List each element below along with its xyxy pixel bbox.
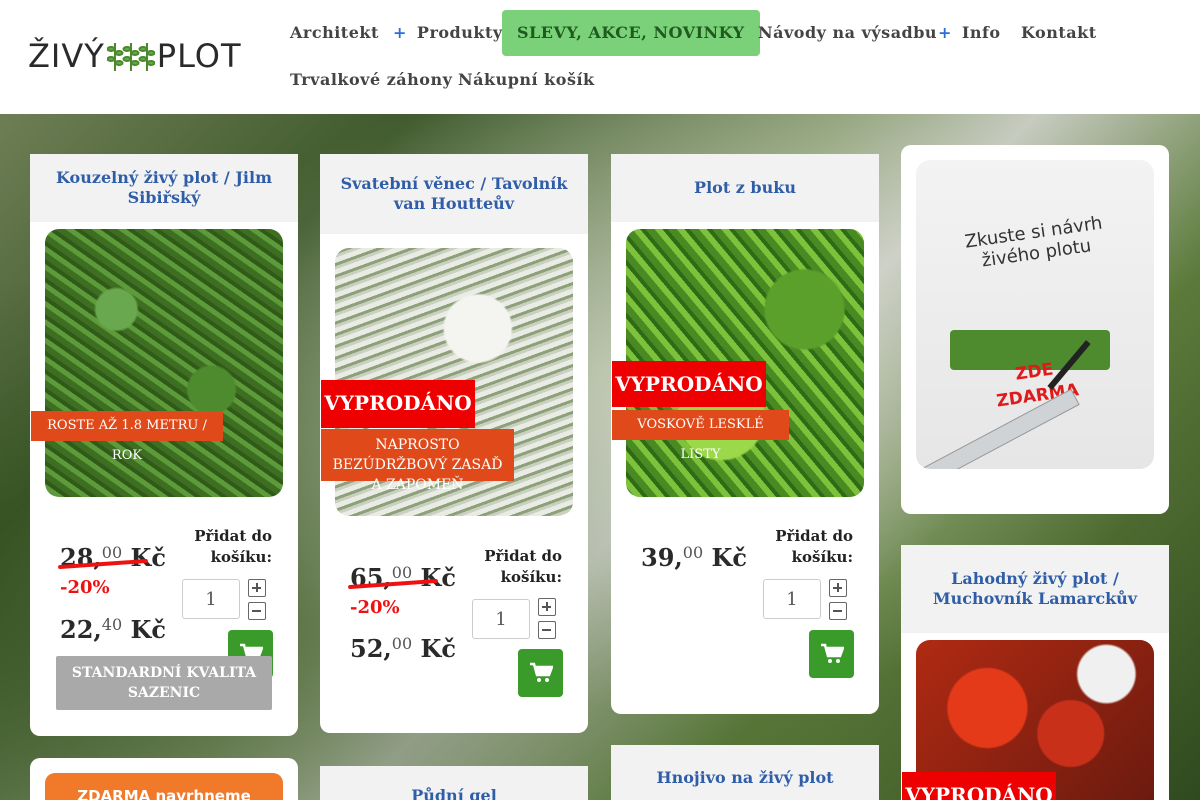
product-title[interactable]: Půdní gel <box>320 766 588 800</box>
promo-card-design[interactable]: Zkuste si návrh živého plotu ZDE ZDARMA <box>901 145 1169 514</box>
cart-icon <box>820 643 844 663</box>
nav-item-trvalkove[interactable]: Trvalkové záhony <box>275 57 467 103</box>
logo-text-right: PLOT <box>156 37 242 75</box>
sold-out-badge: VYPRODÁNO <box>321 380 475 428</box>
nav-item-architekt[interactable]: Architekt <box>275 10 394 56</box>
increment-icon[interactable] <box>829 579 847 597</box>
new-price: 22,40 Kč <box>60 615 166 644</box>
new-price: 52,00 Kč <box>350 634 456 663</box>
product-price: 39,00 Kč <box>641 543 747 572</box>
quantity-input[interactable] <box>472 599 530 639</box>
promo-image[interactable]: Zkuste si návrh živého plotu ZDE ZDARMA <box>916 160 1154 469</box>
sold-out-badge: VYPRODÁNO <box>612 361 766 407</box>
add-to-cart-button[interactable] <box>518 649 563 697</box>
product-title[interactable]: Svatební věnec / Tavolník van Houtteův <box>320 154 588 234</box>
plus-icon: + <box>938 23 952 42</box>
site-header: ŽIVÝ PLOT Architekt + Produkty SLEVY, AKC… <box>0 0 1200 114</box>
promo-card-free: ZDARMA navrhneme <box>30 758 298 800</box>
feature-tag: ROSTE AŽ 1.8 METRU / ROK <box>31 411 223 463</box>
feature-tag: NAPROSTO BEZÚDRŽBOVÝ ZASAĎ A ZAPOMEŇ <box>321 429 514 493</box>
product-title[interactable]: Kouzelný živý plot / Jilm Sibiřský <box>30 154 298 222</box>
decrement-icon[interactable] <box>248 602 266 620</box>
sold-out-badge: VYPRODÁNO <box>902 772 1056 800</box>
logo-text-left: ŽIVÝ <box>28 37 105 75</box>
product-title[interactable]: Hnojivo na živý plot <box>611 745 879 800</box>
free-design-banner[interactable]: ZDARMA navrhneme <box>45 773 283 800</box>
nav-item-navody[interactable]: Návody na výsadbu <box>743 10 952 56</box>
add-to-cart-label: Přidat do košíku: <box>194 527 272 566</box>
quantity-input[interactable] <box>182 579 240 619</box>
product-card-muchovnik: Lahodný živý plot / Muchovník Lamarckův … <box>901 545 1169 800</box>
decrement-icon[interactable] <box>538 621 556 639</box>
nav-item-kosik[interactable]: Nákupní košík <box>443 57 610 103</box>
plus-icon: + <box>393 23 407 42</box>
product-card-buk: Plot z buku VYPRODÁNO VOSKOVĚ LESKLÉ LIS… <box>611 154 879 714</box>
leaf-logo-icon <box>106 43 155 71</box>
nav-item-slevy[interactable]: SLEVY, AKCE, NOVINKY <box>502 10 760 56</box>
feature-tag: VOSKOVĚ LESKLÉ LISTY <box>612 410 789 462</box>
decrement-icon[interactable] <box>829 602 847 620</box>
product-image[interactable] <box>45 229 283 497</box>
quality-button[interactable]: STANDARDNÍ KVALITA SAZENIC <box>56 656 272 710</box>
discount-badge: -20% <box>60 577 110 598</box>
add-to-cart-button[interactable] <box>809 630 854 678</box>
nav-item-produkty[interactable]: + Produkty <box>378 10 518 56</box>
discount-badge: -20% <box>350 597 400 618</box>
increment-icon[interactable] <box>538 598 556 616</box>
add-to-cart-label: Přidat do košíku: <box>775 527 853 566</box>
quantity-input[interactable] <box>763 579 821 619</box>
product-card-tavolnik: Svatební věnec / Tavolník van Houtteův V… <box>320 154 588 733</box>
product-card-gel: Půdní gel <box>320 766 588 800</box>
add-to-cart-label: Přidat do košíku: <box>484 547 562 586</box>
product-card-jilm: Kouzelný živý plot / Jilm Sibiřský ROSTE… <box>30 154 298 736</box>
increment-icon[interactable] <box>248 579 266 597</box>
nav-item-kontakt[interactable]: Kontakt <box>1006 10 1112 56</box>
promo-text: Zkuste si návrh živého plotu <box>963 212 1104 272</box>
product-card-hnojivo: Hnojivo na živý plot <box>611 745 879 800</box>
product-title[interactable]: Plot z buku <box>611 154 879 222</box>
nav-item-info[interactable]: + Info <box>923 10 1016 56</box>
site-logo[interactable]: ŽIVÝ PLOT <box>28 37 242 75</box>
cart-icon <box>529 662 553 682</box>
product-title[interactable]: Lahodný živý plot / Muchovník Lamarckův <box>901 545 1169 633</box>
